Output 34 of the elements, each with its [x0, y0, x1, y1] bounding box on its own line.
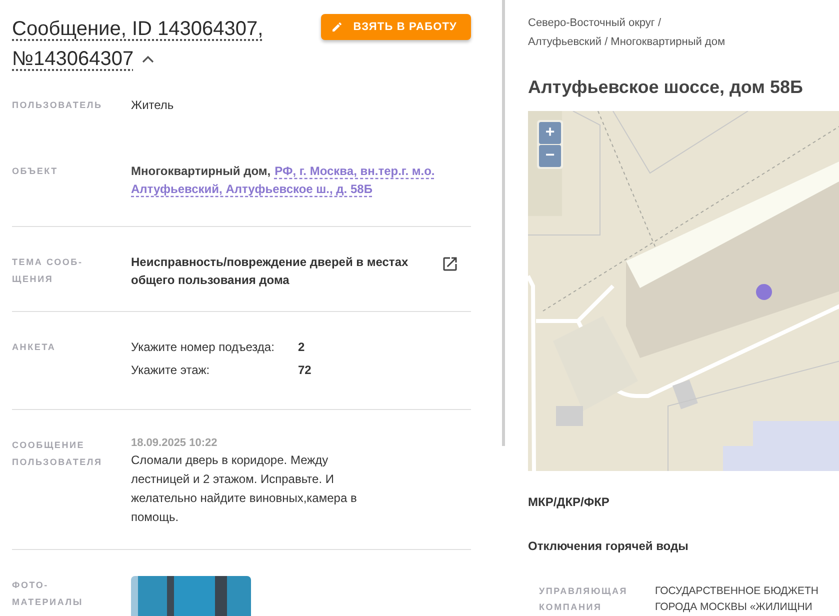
- field-label: ПОЛЬЗОВАТЕЛЬ: [12, 99, 104, 112]
- zoom-in-button[interactable]: +: [539, 122, 561, 144]
- section-link[interactable]: МКР/ДКР/ФКР: [528, 495, 839, 509]
- breadcrumb-text: Алтуфьевский / Многоквартирный дом: [528, 35, 726, 50]
- field-label: ОБЪЕКТ: [12, 165, 59, 178]
- object-type-text: Многоквартирный дом,: [131, 163, 271, 180]
- field-label: ТЕМА СООБ-ЩЕНИЯ: [12, 256, 84, 286]
- answer-text: 2: [298, 339, 306, 356]
- open-external-icon[interactable]: [441, 255, 459, 273]
- topic-text: Неисправность/повреждение дверей в местах общего пользования дома: [131, 254, 410, 289]
- breadcrumb-text: Северо-Восточный округ /: [528, 16, 662, 31]
- field-label: УПРАВЛЯЮЩАЯ КОМПАНИЯ: [539, 585, 629, 614]
- section-link[interactable]: Отключения горячей воды: [528, 539, 839, 553]
- take-to-work-button[interactable]: ВЗЯТЬ В РАБОТУ: [321, 14, 471, 40]
- field-label: СООБЩЕНИЕ ПОЛЬЗОВАТЕЛЯ: [12, 439, 104, 469]
- field-value: Житель: [131, 97, 174, 114]
- address-link[interactable]: РФ, г. Москва, вн.тер.г. м.о.: [274, 162, 435, 180]
- map[interactable]: + −: [528, 111, 839, 471]
- message-date: 18.09.2025 10:22: [131, 436, 218, 450]
- company-name: ГОРОДА МОСКВЫ «ЖИЛИЩНИ: [655, 600, 814, 615]
- message-title: Сообщение, ID 143064307,: [12, 17, 264, 42]
- field-label: ФОТО-МАТЕРИАЛЫ: [12, 579, 84, 609]
- question-text: Укажите этаж:: [131, 362, 211, 379]
- answer-text: 72: [298, 362, 312, 379]
- field-label: АНКЕТА: [12, 341, 57, 354]
- message-text: Сломали дверь в коридоре. Между лестницей и 2 этажом. Исправьте. И желательно найдите виновных,камера в помощь.: [131, 452, 358, 526]
- chevron-icon[interactable]: [142, 55, 154, 63]
- pencil-icon: [331, 21, 344, 33]
- building-title: Алтуфьевское шоссе, дом 58Б: [528, 77, 804, 98]
- address-link[interactable]: Алтуфьевский, Алтуфьевское ш., д. 58Б: [131, 180, 372, 198]
- question-text: Укажите номер подъезда:: [131, 339, 276, 356]
- message-number: №143064307: [12, 47, 134, 72]
- zoom-out-button[interactable]: −: [539, 145, 561, 167]
- company-name: ГОСУДАРСТВЕННОЕ БЮДЖЕТН: [655, 584, 818, 599]
